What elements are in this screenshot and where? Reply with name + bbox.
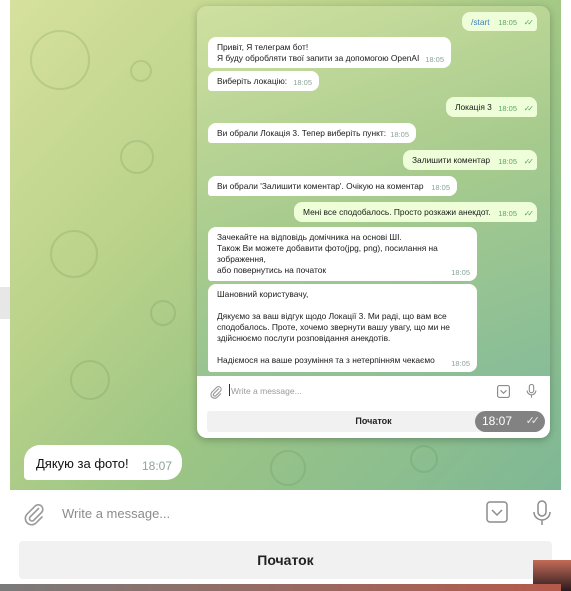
message-text: Локація 3: [455, 102, 492, 112]
paperclip-icon[interactable]: [22, 502, 46, 526]
message-bubble-outgoing[interactable]: Локація 3 18:05 ✓✓: [446, 97, 537, 117]
message-text: Ви обрали 'Залишити коментар'. Очікую на…: [217, 181, 424, 191]
message-text: Привіт, Я телеграм бот!: [217, 42, 309, 52]
paperclip-icon[interactable]: [209, 385, 223, 399]
message-text: Ви обрали Локація 3. Тепер виберіть пунк…: [217, 128, 387, 138]
message-time: 18:05: [293, 78, 312, 87]
double-check-icon: ✓✓: [523, 209, 535, 218]
message-time: 18:05: [425, 55, 444, 64]
message-time: 18:05: [498, 104, 517, 113]
desktop-edge: [0, 584, 561, 591]
double-check-icon: ✓✓: [523, 18, 535, 27]
double-check-icon: ✓✓: [525, 415, 541, 427]
message-bubble-incoming[interactable]: Дякую за фото! 18:07: [24, 445, 182, 480]
overlay-time: 18:07: [482, 414, 513, 428]
message-bubble-outgoing[interactable]: /start 18:05 ✓✓: [462, 12, 537, 31]
inner-chat-window: /start 18:05 ✓✓ Привіт, Я телеграм бот! …: [197, 6, 550, 438]
message-time: 18:05: [431, 183, 450, 192]
message-text: Мені все сподобалось. Просто розкажи ане…: [303, 207, 491, 217]
message-time: 18:05: [451, 359, 470, 368]
message-bubble-incoming[interactable]: Виберіть локацію: 18:05: [208, 71, 319, 91]
message-text: Зачекайте на відповідь домічника на осно…: [217, 232, 402, 242]
emoji-keyboard-icon[interactable]: [486, 501, 508, 523]
message-text: [217, 300, 469, 311]
message-bubble-incoming[interactable]: Ви обрали 'Залишити коментар'. Очікую на…: [208, 176, 457, 196]
message-bubble-incoming[interactable]: Зачекайте на відповідь домічника на осно…: [208, 227, 477, 281]
message-text: Також Ви можете добавити фото(jpg, png),…: [217, 243, 438, 253]
time-overlay: 18:07 ✓✓: [475, 411, 545, 432]
message-text: зображення,: [217, 254, 266, 264]
double-check-icon: ✓✓: [523, 157, 535, 166]
message-bubble-incoming[interactable]: Привіт, Я телеграм бот! Я буду обробляти…: [208, 37, 451, 68]
message-text: або повернутись на початок: [217, 265, 327, 275]
message-bubble-outgoing[interactable]: Мені все сподобалось. Просто розкажи ане…: [294, 202, 537, 222]
message-text: сподобалось. Проте, хочемо звернути вашу…: [217, 322, 450, 332]
start-keyboard-button[interactable]: Початок: [19, 541, 552, 579]
text-caret: [229, 384, 230, 396]
emoji-keyboard-icon[interactable]: [497, 385, 510, 398]
message-time: 18:05: [498, 209, 517, 218]
message-text: [217, 344, 469, 355]
message-text: Шановний користувачу,: [217, 289, 309, 299]
message-text: Надіємося на ваше розуміння та з нетерпі…: [217, 355, 435, 365]
message-bubble-incoming[interactable]: Шановний користувачу, Дякуємо за ваш від…: [208, 284, 477, 372]
message-text: Дякую за фото!: [36, 456, 129, 471]
message-bubble-outgoing[interactable]: Залишити коментар 18:05 ✓✓: [403, 150, 537, 170]
message-time: 18:05: [451, 268, 470, 277]
message-time: 18:07: [141, 459, 172, 473]
window-edge: [0, 287, 10, 319]
window-edge-right: [561, 0, 571, 591]
message-time: 18:05: [498, 157, 517, 166]
message-composer: Write a message... Початок: [10, 490, 561, 584]
message-input[interactable]: Write a message...: [231, 386, 302, 396]
inner-message-composer: Write a message... Початок 18:07 ✓✓: [197, 376, 550, 438]
message-text: Дякуємо за ваш відгук щодо Локації 3. Ми…: [217, 311, 447, 321]
double-check-icon: ✓✓: [523, 104, 535, 113]
message-input[interactable]: Write a message...: [62, 506, 170, 521]
message-bubble-incoming[interactable]: Ви обрали Локація 3. Тепер виберіть пунк…: [208, 123, 416, 143]
message-text: Я буду обробляти твої запити за допомого…: [217, 53, 420, 63]
microphone-icon[interactable]: [526, 383, 537, 399]
microphone-icon[interactable]: [532, 500, 552, 526]
message-time: 18:05: [498, 18, 517, 27]
message-text: здійснюємо послуги розповідання анекдоті…: [217, 333, 391, 343]
message-time: 18:05: [390, 130, 409, 139]
